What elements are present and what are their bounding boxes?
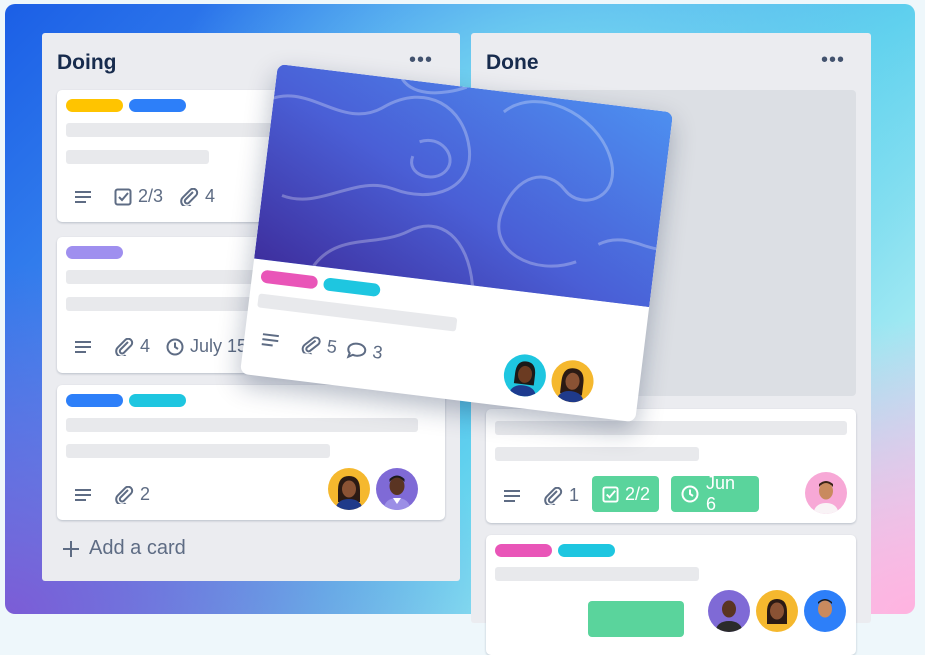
plus-icon: [62, 540, 80, 558]
comment-count: 3: [371, 341, 384, 363]
clock-icon: [681, 485, 699, 503]
description-icon: [261, 332, 281, 348]
card-badges: 1: [503, 485, 595, 506]
card-title-placeholder: [66, 444, 330, 458]
member-avatar[interactable]: [328, 468, 370, 510]
member-avatar[interactable]: [756, 590, 798, 632]
card-label: [66, 394, 123, 407]
attachment-icon: [300, 334, 322, 355]
description-icon: [74, 340, 92, 354]
add-card-label: Add a card: [89, 537, 186, 559]
dragging-card[interactable]: 5 3: [239, 64, 674, 423]
due-date: July 15: [190, 336, 248, 356]
add-card-button[interactable]: Add a card: [62, 537, 186, 560]
attachment-count: 1: [569, 485, 580, 505]
card-label: [66, 99, 123, 112]
description-icon: [74, 190, 92, 204]
card-badges: 2/3 4: [74, 186, 231, 207]
list-card[interactable]: 1 2/2 Jun 6: [486, 409, 856, 523]
due-date: Jun 6: [706, 473, 736, 514]
attachment-count: 2: [140, 484, 151, 504]
checklist-icon: [114, 188, 132, 206]
card-label: [129, 394, 186, 407]
card-title-placeholder: [495, 567, 699, 581]
card-label: [495, 544, 552, 557]
due-date-badge: Jun 6: [671, 473, 759, 514]
card-title-placeholder: [66, 418, 418, 432]
description-icon: [503, 489, 521, 503]
card-badges: 5 3: [260, 328, 400, 366]
card-label: [558, 544, 615, 557]
checklist-count: 2/3: [138, 186, 164, 206]
list-menu-button[interactable]: •••: [821, 50, 845, 70]
clock-icon: [166, 338, 184, 356]
checklist-complete-badge: 2/2: [592, 476, 659, 512]
member-avatar[interactable]: [804, 590, 846, 632]
comment-icon: [346, 340, 368, 360]
attachment-icon: [114, 337, 134, 356]
member-avatar[interactable]: [549, 357, 596, 405]
card-title-placeholder: [495, 421, 847, 435]
card-label: [66, 246, 123, 259]
attachment-icon: [114, 485, 134, 504]
member-avatar[interactable]: [376, 468, 418, 510]
list-card[interactable]: [486, 535, 856, 655]
list-title: Doing: [57, 51, 117, 74]
description-icon: [74, 488, 92, 502]
checklist-icon: [602, 485, 619, 503]
card-title-placeholder: [495, 447, 699, 461]
list-title: Done: [486, 51, 539, 74]
attachment-count: 4: [205, 186, 216, 206]
checklist-count: 2/2: [625, 483, 651, 504]
card-label: [260, 269, 319, 290]
card-label: [129, 99, 186, 112]
list-card[interactable]: 2: [57, 385, 445, 520]
attachment-icon: [179, 187, 199, 206]
card-badges: 2: [74, 484, 166, 505]
member-avatar[interactable]: [805, 472, 847, 514]
card-label: [322, 277, 381, 298]
attachment-count: 5: [325, 336, 339, 358]
card-title-placeholder: [66, 150, 209, 164]
card-badges: 4 July 15: [74, 336, 263, 357]
status-badge: [588, 601, 684, 637]
member-avatar[interactable]: [708, 590, 750, 632]
card-title-placeholder: [257, 293, 458, 332]
attachment-count: 4: [140, 336, 151, 356]
list-menu-button[interactable]: •••: [409, 50, 433, 70]
attachment-icon: [543, 486, 563, 505]
member-avatar[interactable]: [501, 352, 549, 399]
